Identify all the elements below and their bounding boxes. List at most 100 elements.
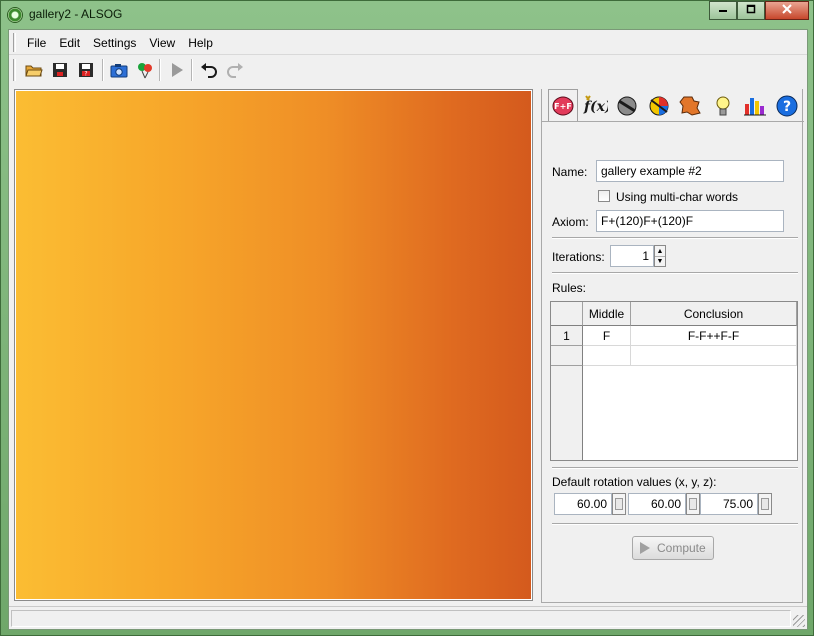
menu-file[interactable]: File (27, 36, 46, 50)
title-bar[interactable]: gallery2 - ALSOG (1, 1, 813, 29)
row-header[interactable]: 1 (551, 326, 583, 346)
save-as-button[interactable]: ? (76, 60, 96, 80)
table-cell-middle[interactable]: F (583, 326, 631, 346)
divider (552, 467, 798, 469)
client-area: File Edit Settings View Help ? F+F f(x ?… (8, 29, 808, 630)
axiom-field[interactable]: F+(120)F+(120)F (596, 210, 784, 232)
name-field[interactable]: gallery example #2 (596, 160, 784, 182)
table-cell-conclusion[interactable]: F-F++F-F (631, 326, 797, 346)
rotation-label: Default rotation values (x, y, z): (552, 475, 717, 489)
menu-settings[interactable]: Settings (93, 36, 136, 50)
rotation-z-field[interactable]: 75.00 (700, 493, 758, 515)
table-cell-middle[interactable] (583, 346, 631, 366)
status-pane (11, 610, 791, 627)
tab-rules[interactable]: F+F (548, 89, 578, 122)
spin-up-icon[interactable]: ▲ (655, 246, 665, 256)
balloons-icon (138, 63, 152, 79)
save-as-icon: ? (79, 63, 93, 78)
resize-grip-icon[interactable] (793, 615, 805, 627)
tab-statistics[interactable] (740, 91, 770, 121)
app-icon[interactable] (7, 7, 23, 23)
column-header-conclusion[interactable]: Conclusion (631, 302, 797, 326)
undo-icon (201, 63, 217, 78)
rotation-z-scroller[interactable] (758, 493, 772, 515)
menu-view[interactable]: View (149, 36, 175, 50)
menu-items: File Edit Settings View Help (27, 36, 226, 50)
gallery-button[interactable] (135, 60, 155, 80)
window-controls (709, 1, 809, 21)
app-window: gallery2 - ALSOG File Edit Settings View… (0, 0, 814, 636)
redo-button[interactable] (225, 60, 245, 80)
tab-colors[interactable] (644, 91, 674, 121)
window-title: gallery2 - ALSOG (29, 7, 123, 21)
help-tab-icon: ? (776, 95, 798, 117)
axiom-label: Axiom: (552, 215, 589, 229)
svg-text:?: ? (84, 71, 87, 78)
menu-help[interactable]: Help (188, 36, 213, 50)
table-cell-conclusion[interactable] (631, 346, 797, 366)
svg-text:F+F: F+F (554, 102, 572, 111)
run-button[interactable] (167, 60, 187, 80)
shapes-tab-icon (679, 96, 701, 116)
multichar-checkbox[interactable] (598, 190, 610, 202)
tab-help[interactable]: ? (772, 91, 802, 121)
save-button[interactable] (50, 60, 70, 80)
statistics-tab-icon (744, 98, 766, 116)
iterations-stepper[interactable]: ▲ ▼ (654, 245, 666, 267)
toolbar-grip[interactable] (13, 59, 16, 81)
spin-down-icon[interactable]: ▼ (655, 256, 665, 266)
camera-icon (110, 64, 128, 78)
rotation-x-scroller[interactable] (612, 493, 626, 515)
play-icon (640, 542, 650, 554)
minimize-icon (719, 10, 727, 12)
open-folder-icon (25, 65, 43, 77)
close-button[interactable] (765, 1, 809, 20)
divider (552, 523, 798, 525)
table-corner (551, 302, 583, 326)
rotation-y-field[interactable]: 60.00 (628, 493, 686, 515)
rotation-y-scroller[interactable] (686, 493, 700, 515)
lighting-tab-icon (716, 96, 730, 116)
close-icon (782, 4, 792, 14)
minimize-button[interactable] (709, 1, 737, 20)
menu-edit[interactable]: Edit (59, 36, 80, 50)
toolbar-separator (102, 59, 104, 81)
status-bar (9, 606, 807, 629)
panel-tabs: F+F f(x) (542, 89, 804, 122)
divider (552, 272, 798, 274)
tab-geometry[interactable] (612, 91, 642, 121)
maximize-button[interactable] (737, 1, 765, 20)
menu-grip[interactable] (13, 33, 16, 52)
open-button[interactable] (24, 60, 44, 80)
geometry-tab-icon (617, 96, 637, 116)
functions-tab-icon: f(x) (583, 95, 608, 115)
svg-text:f(x): f(x) (583, 99, 608, 115)
rules-tab-icon: F+F (552, 96, 574, 116)
play-icon (172, 63, 183, 77)
compute-label: Compute (657, 541, 706, 555)
name-label: Name: (552, 165, 588, 179)
screenshot-button[interactable] (109, 60, 129, 80)
rotation-x-field[interactable]: 60.00 (554, 493, 612, 515)
toolbar-separator (191, 59, 193, 81)
toolbar-separator (159, 59, 161, 81)
tab-shapes[interactable] (676, 91, 706, 121)
tab-functions[interactable]: f(x) (580, 91, 610, 121)
iterations-field[interactable]: 1 (610, 245, 654, 267)
render-canvas-frame (14, 89, 533, 601)
maximize-icon (746, 4, 756, 14)
rules-label: Rules: (552, 281, 587, 295)
redo-icon (227, 63, 243, 78)
row-header-filler (551, 366, 583, 460)
render-canvas[interactable] (16, 91, 531, 599)
iterations-label: Iterations: (552, 250, 605, 264)
row-header[interactable] (551, 346, 583, 366)
column-header-middle[interactable]: Middle (583, 302, 631, 326)
compute-button[interactable]: Compute (632, 536, 714, 560)
rules-table: Middle Conclusion 1 F F-F++F-F (550, 301, 798, 461)
tabs-divider (542, 121, 804, 122)
undo-button[interactable] (199, 60, 219, 80)
multichar-label: Using multi-char words (616, 190, 739, 204)
tab-lighting[interactable] (708, 91, 738, 121)
menu-bar: File Edit Settings View Help (9, 30, 807, 55)
